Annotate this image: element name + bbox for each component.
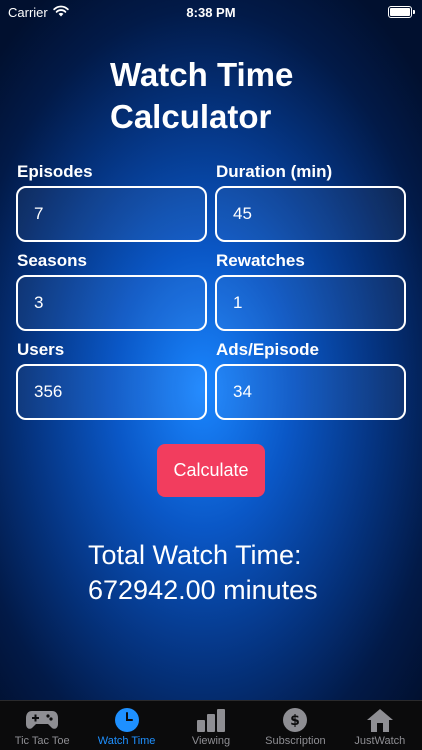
status-left: Carrier bbox=[8, 5, 69, 20]
seasons-input[interactable]: 3 bbox=[16, 275, 207, 331]
users-value: 356 bbox=[34, 382, 63, 401]
tab-label: Watch Time bbox=[97, 735, 156, 747]
ads-input[interactable]: 34 bbox=[215, 364, 406, 420]
result-line-1: Total Watch Time: bbox=[88, 540, 302, 570]
home-icon bbox=[366, 706, 394, 733]
rewatches-input[interactable]: 1 bbox=[215, 275, 406, 331]
dollar-icon: $ bbox=[282, 706, 308, 733]
tab-bar: Tic Tac Toe Watch Time Viewing $ Subscri… bbox=[0, 700, 422, 750]
gamepad-icon bbox=[25, 706, 59, 733]
tab-label: JustWatch bbox=[354, 735, 406, 747]
tab-watch-time[interactable]: Watch Time bbox=[84, 701, 168, 750]
title-line-1: Watch Time bbox=[110, 56, 294, 93]
tab-label: Subscription bbox=[265, 735, 326, 747]
episodes-input[interactable]: 7 bbox=[16, 186, 207, 242]
users-label: Users bbox=[17, 340, 65, 359]
tab-viewing[interactable]: Viewing bbox=[169, 701, 253, 750]
result-line-2: 672942.00 minutes bbox=[88, 575, 318, 605]
seasons-label: Seasons bbox=[17, 251, 87, 270]
wifi-icon bbox=[53, 5, 69, 20]
tab-tic-tac-toe[interactable]: Tic Tac Toe bbox=[0, 701, 84, 750]
tab-label: Viewing bbox=[191, 735, 231, 747]
page-title: Watch Time Calculator bbox=[110, 54, 370, 138]
status-bar: Carrier 8:38 PM bbox=[0, 0, 422, 24]
rewatches-label: Rewatches bbox=[216, 251, 305, 270]
tab-justwatch[interactable]: JustWatch bbox=[338, 701, 422, 750]
tab-label: Tic Tac Toe bbox=[14, 735, 70, 747]
episodes-value: 7 bbox=[34, 204, 44, 223]
tab-subscription[interactable]: $ Subscription bbox=[253, 701, 337, 750]
carrier-label: Carrier bbox=[8, 4, 48, 20]
rewatches-value: 1 bbox=[233, 293, 243, 312]
duration-label: Duration (min) bbox=[216, 162, 333, 181]
duration-input[interactable]: 45 bbox=[215, 186, 406, 242]
users-input[interactable]: 356 bbox=[16, 364, 207, 420]
calculate-button[interactable]: Calculate bbox=[157, 444, 265, 497]
title-line-2: Calculator bbox=[110, 98, 272, 135]
episodes-label: Episodes bbox=[17, 162, 93, 181]
result-text: Total Watch Time: 672942.00 minutes bbox=[88, 538, 408, 608]
ads-value: 34 bbox=[233, 382, 252, 401]
svg-text:$: $ bbox=[291, 713, 301, 729]
ads-label: Ads/Episode bbox=[216, 340, 319, 359]
battery-icon bbox=[388, 6, 415, 18]
seasons-value: 3 bbox=[34, 293, 44, 312]
clock-icon bbox=[114, 706, 140, 733]
bar-chart-icon bbox=[196, 706, 226, 733]
duration-value: 45 bbox=[233, 204, 252, 223]
